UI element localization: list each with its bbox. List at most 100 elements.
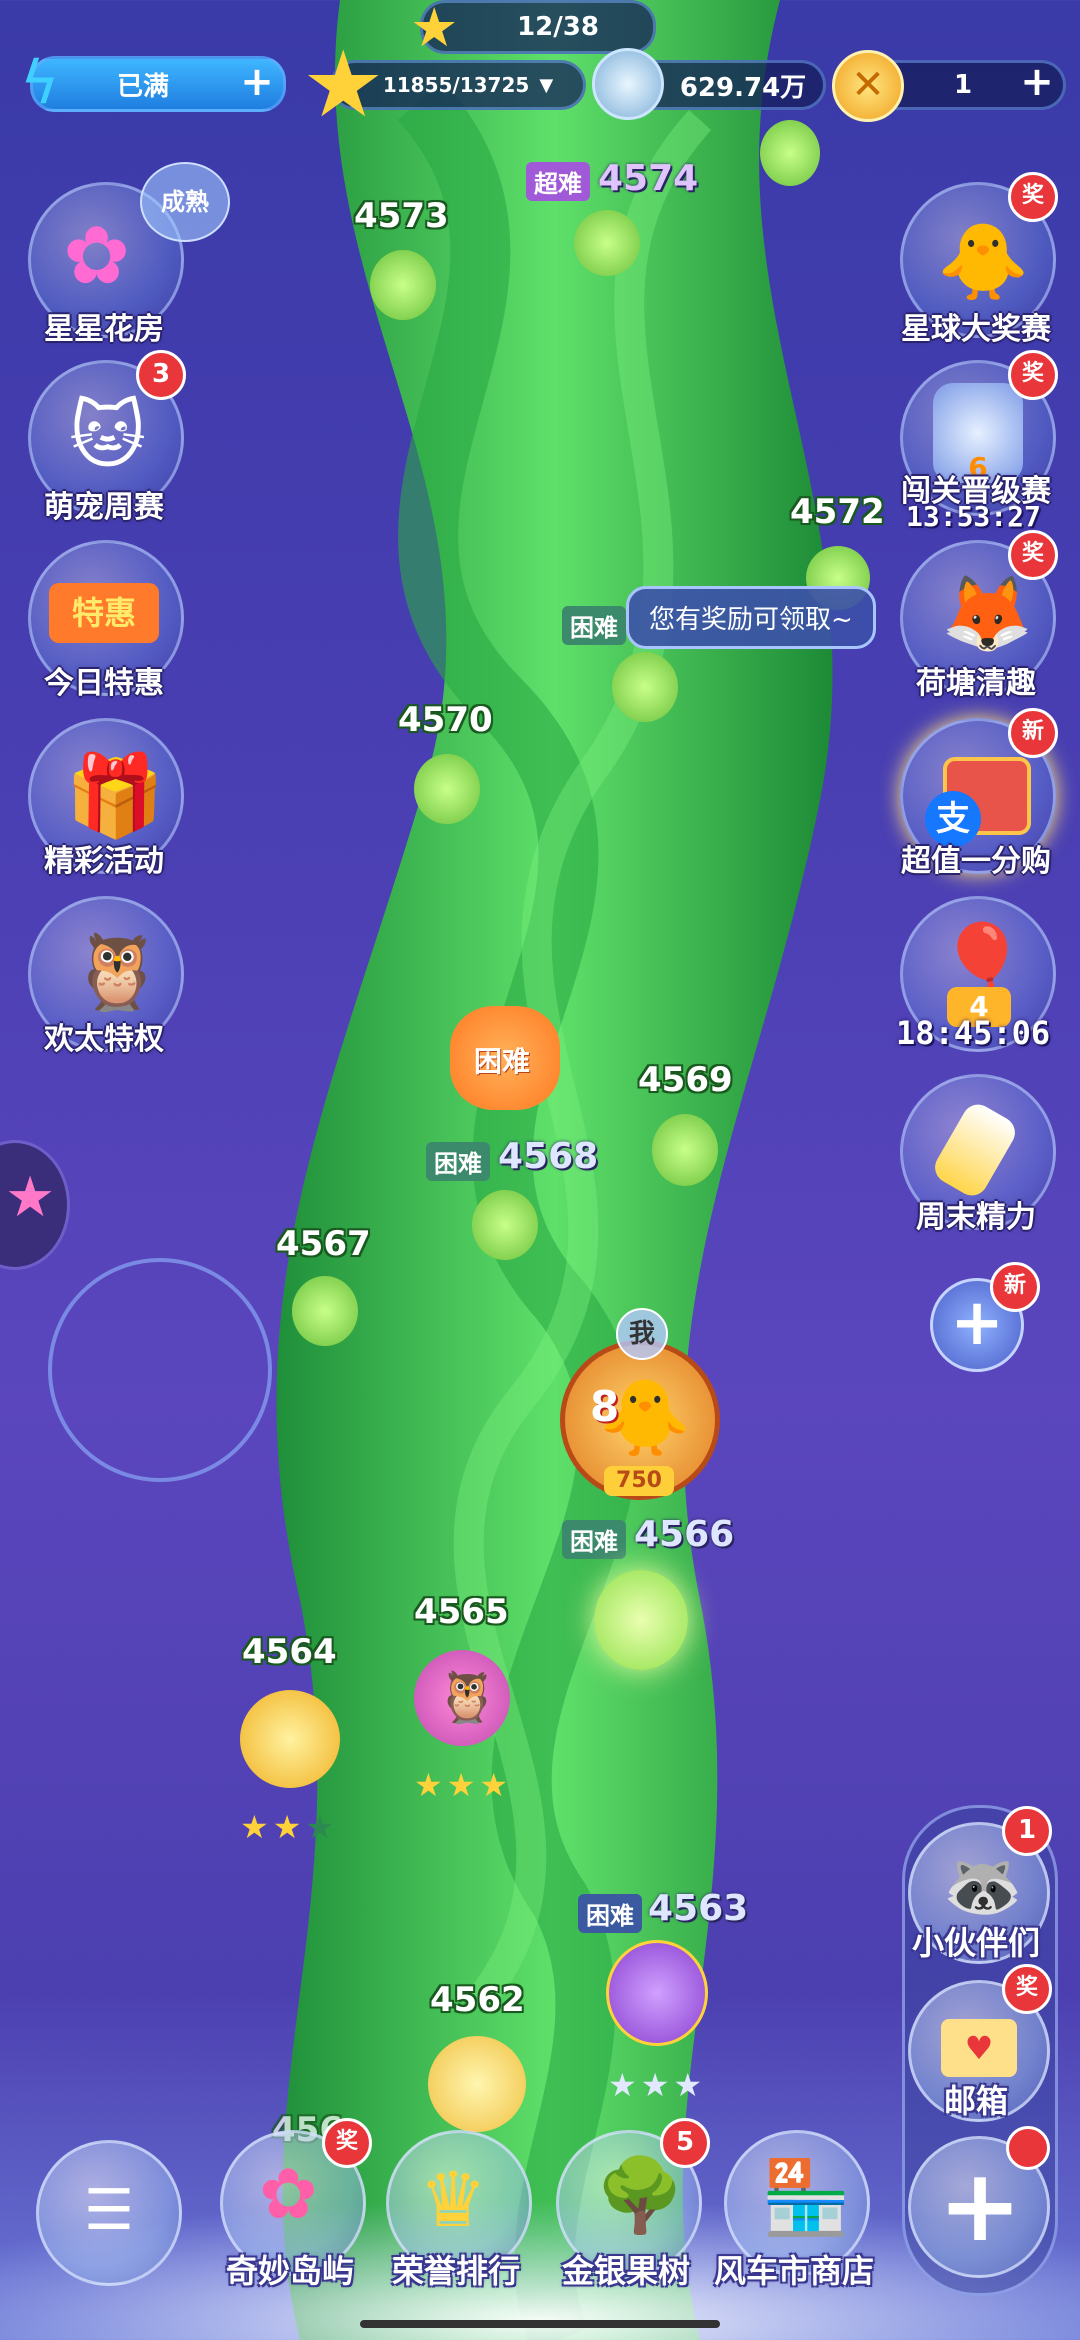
energy-bar[interactable]: 已满 + (30, 56, 286, 112)
lightning-icon: ϟ (20, 48, 60, 118)
energy-add-icon[interactable]: + (237, 62, 277, 103)
mailbox-badge: 奖 (1002, 1964, 1052, 2014)
star-progress-text: 12/38 (517, 12, 599, 42)
pet-weekly-badge: 3 (136, 350, 186, 400)
me-marker-text: 我 (628, 1319, 655, 1349)
gold-value: 1 (953, 70, 973, 100)
home-indicator (360, 2320, 720, 2328)
flower-icon: ✿ (63, 209, 131, 302)
level-4563-difficulty-tag: 困难 (578, 1894, 642, 1933)
level-4566-number: 4566 (634, 1514, 735, 1555)
menu-list-icon: ☰ (83, 2178, 135, 2243)
level-4565-node[interactable]: 🦉 (414, 1650, 510, 1746)
events-label: 精彩活动 (44, 844, 164, 879)
level-4562-node[interactable] (428, 2036, 526, 2132)
level-4564-number: 4564 (242, 1632, 337, 1672)
energy-label: 已满 (116, 71, 169, 102)
crown-icon: ♛ (419, 2155, 488, 2244)
panel-add-dot (1006, 2126, 1050, 2170)
level-4568-node[interactable] (472, 1190, 538, 1260)
edge-star-icon: ★ (5, 1165, 56, 1230)
pond-fun-badge: 奖 (1008, 530, 1058, 580)
promotion-match-badge: 奖 (1008, 350, 1058, 400)
level-4573-number: 4573 (354, 196, 449, 236)
level-4569-node[interactable] (652, 1114, 718, 1186)
money-tree-badge: 5 (660, 2118, 710, 2168)
owl-icon: 🦉 (71, 929, 164, 1015)
plus-icon: + (938, 2147, 1022, 2264)
level-4564-node[interactable] (240, 1690, 340, 1788)
planet-prize-label: 星球大奖赛 (901, 312, 1051, 347)
star-flower-house-label: 星星花房 (44, 312, 164, 347)
empty-star-icon: ★ (305, 1808, 339, 1846)
mature-tag: 成熟 (140, 162, 230, 242)
player-score: 750 (604, 1466, 674, 1496)
level-4573-node[interactable] (370, 250, 436, 320)
hard-flower-text: 困难 (474, 1045, 531, 1078)
level-4563-stars: ★★★ (608, 2066, 707, 2104)
pet-weekly-label: 萌宠周赛 (44, 490, 164, 525)
daily-deal-label: 今日特惠 (44, 666, 164, 701)
reward-tooltip-text: 您有奖励可领取~ (649, 605, 853, 635)
mailbox-label: 邮箱 (943, 2082, 1008, 2120)
more-features-badge: 新 (990, 1262, 1040, 1312)
chick-plane-icon: 🐥 (937, 219, 1030, 305)
friends-badge: 1 (1002, 1806, 1052, 1856)
windmill-shop-label: 风车市商店 (713, 2252, 874, 2290)
pond-fun-label: 荷塘清趣 (916, 666, 1036, 701)
owl-level-icon: 🦉 (436, 1668, 499, 1726)
level-4574-number: 4574 (598, 158, 699, 199)
level-4563-number: 4563 (648, 1888, 749, 1929)
level-4568-number: 4568 (498, 1136, 599, 1177)
planet-prize-badge: 奖 (1008, 172, 1058, 222)
daily-deal-icon-text: 特惠 (71, 594, 136, 632)
level-4567-node[interactable] (292, 1276, 358, 1346)
level-4574-node[interactable] (574, 210, 640, 276)
shop-house-icon: 🏪 (761, 2155, 851, 2239)
raccoon-icon: 🦝 (943, 1850, 1023, 1924)
alipay-icon-text: 支 (936, 799, 970, 839)
level-4566-difficulty-tag: 困难 (562, 1520, 626, 1559)
gold-add-icon[interactable]: + (1017, 62, 1057, 103)
level-top-node[interactable] (760, 120, 820, 186)
level-4565-number: 4565 (414, 1592, 509, 1632)
level-4566-node[interactable] (594, 1570, 688, 1670)
star-icon: ★ (410, 0, 459, 59)
hard-flower-marker[interactable]: 困难 (450, 1006, 560, 1110)
one-cent-deal-label: 超值一分购 (901, 844, 1051, 879)
level-4567-number: 4567 (276, 1224, 371, 1264)
big-star-icon: ★ (302, 31, 385, 138)
reward-tooltip[interactable]: 您有奖励可领取~ (626, 586, 876, 649)
level-4571-difficulty-tag: 困难 (562, 606, 626, 645)
me-marker: 我 (616, 1308, 668, 1360)
shop-icon: 特惠 (49, 583, 159, 643)
level-4571-node[interactable] (612, 652, 678, 722)
mature-tag-text: 成熟 (161, 188, 209, 216)
level-4570-number: 4570 (398, 700, 493, 740)
gift-icon: 🎁 (65, 749, 165, 842)
envelope-icon: ♥ (941, 2019, 1017, 2077)
level-4574-difficulty-tag: 超难 (526, 162, 590, 201)
one-cent-deal-badge: 新 (1008, 708, 1058, 758)
level-4568-difficulty-tag: 困难 (426, 1142, 490, 1181)
coins-value: 629.74万 (679, 72, 807, 103)
level-4570-node[interactable] (414, 754, 480, 824)
promotion-match-timer: 13:53:27 (906, 500, 1041, 533)
flower-pot-icon: ✿ (259, 2153, 318, 2235)
wonder-island-badge: 奖 (322, 2118, 372, 2168)
tree-icon: 🌳 (595, 2153, 685, 2237)
level-4564-stars: ★★★ (240, 1808, 339, 1846)
privilege-label: 欢太特权 (44, 1022, 164, 1057)
fox-icon: 🦊 (941, 571, 1034, 657)
level-4569-number: 4569 (638, 1060, 733, 1100)
silver-coin-icon (592, 48, 664, 120)
cat-icon: 🐱 (69, 393, 147, 479)
level-4563-node[interactable] (606, 1940, 708, 2046)
stars-value: 11855/13725 (382, 73, 530, 97)
player-level-badge: 8 (590, 1382, 620, 1431)
friends-label: 小伙伴们 (911, 1924, 1040, 1962)
weekend-energy-label: 周末精力 (916, 1200, 1036, 1235)
potion-bottle-icon (929, 1098, 1021, 1202)
menu-button[interactable]: ☰ (36, 2140, 182, 2286)
chevron-down-icon[interactable]: ▼ (539, 75, 553, 96)
